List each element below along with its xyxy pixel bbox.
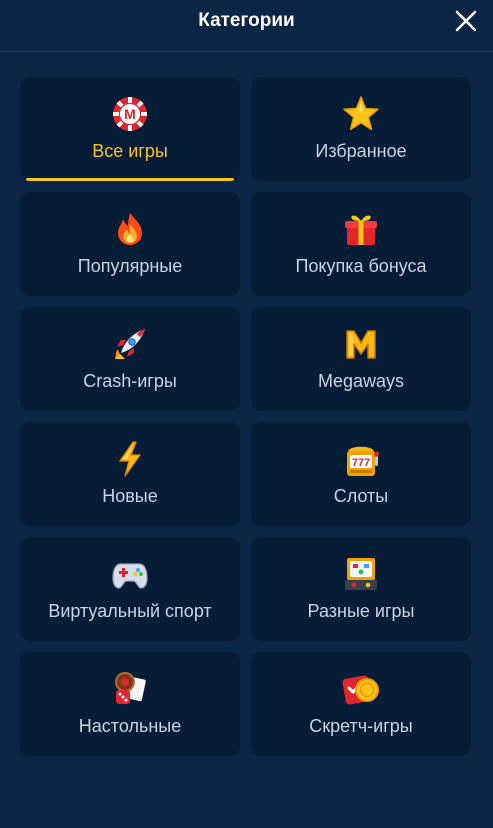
- category-new[interactable]: Новые: [20, 422, 240, 526]
- page-title: Категории: [198, 10, 295, 31]
- arcade-machine-icon: [342, 555, 380, 593]
- category-slots[interactable]: 777 Слоты: [251, 422, 471, 526]
- category-crash-games[interactable]: Crash-игры: [20, 307, 240, 411]
- fire-icon: [111, 210, 149, 248]
- category-all-games[interactable]: M Все игры: [20, 77, 240, 181]
- category-table-games[interactable]: Настольные: [20, 652, 240, 756]
- category-label: Скретч-игры: [309, 716, 413, 736]
- gift-icon: [342, 210, 380, 248]
- letter-m-icon: [342, 325, 380, 363]
- category-popular[interactable]: Популярные: [20, 192, 240, 296]
- scratch-card-icon: [342, 670, 380, 708]
- category-label: Разные игры: [307, 601, 415, 621]
- header: Категории: [0, 0, 493, 52]
- close-icon[interactable]: [455, 10, 477, 32]
- svg-text:M: M: [124, 106, 136, 122]
- category-favorites[interactable]: Избранное: [251, 77, 471, 181]
- dice-cards-icon: [111, 670, 149, 708]
- svg-text:777: 777: [352, 457, 370, 469]
- category-misc-games[interactable]: Разные игры: [251, 537, 471, 641]
- slot-machine-icon: 777: [342, 440, 380, 478]
- gamepad-icon: [111, 555, 149, 593]
- category-megaways[interactable]: Megaways: [251, 307, 471, 411]
- category-label: Новые: [102, 486, 158, 506]
- category-label: Crash-игры: [83, 371, 177, 391]
- category-bonus-buy[interactable]: Покупка бонуса: [251, 192, 471, 296]
- category-label: Настольные: [78, 716, 182, 736]
- categories-grid: M Все игры Избранное Популярные Покупка …: [20, 77, 471, 756]
- category-label: Популярные: [77, 256, 183, 276]
- category-label: Слоты: [333, 486, 389, 506]
- category-label: Избранное: [315, 141, 407, 161]
- category-virtual-sports[interactable]: Виртуальный спорт: [20, 537, 240, 641]
- lightning-icon: [111, 440, 149, 478]
- category-label: Покупка бонуса: [295, 256, 427, 276]
- rocket-icon: [111, 325, 149, 363]
- category-label: Все игры: [92, 141, 168, 161]
- category-label: Megaways: [317, 371, 405, 391]
- category-label: Виртуальный спорт: [48, 601, 212, 621]
- star-icon: [342, 95, 380, 133]
- casino-chip-icon: M: [111, 95, 149, 133]
- category-scratch-games[interactable]: Скретч-игры: [251, 652, 471, 756]
